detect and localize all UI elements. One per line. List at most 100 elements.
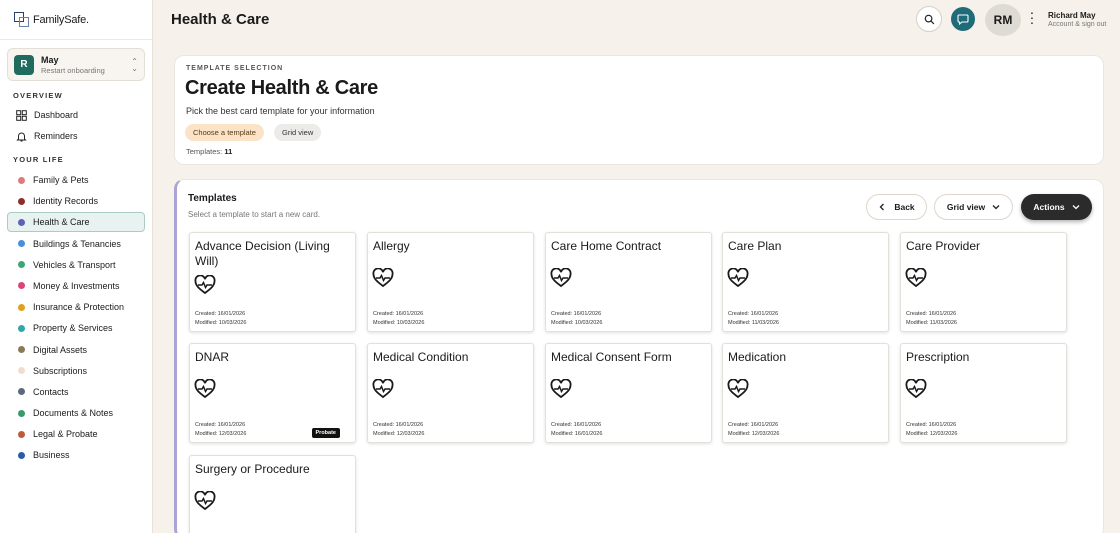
heart-pulse-icon [194,274,216,295]
category-dot-icon [18,176,25,184]
sidebar-item-label: Buildings & Tenancies [33,238,121,249]
sidebar: FamilySafe. R May Restart onboarding ⌃ ⌄ … [0,0,153,533]
heart-pulse-icon [550,378,572,399]
heart-pulse-icon [905,267,927,288]
template-card[interactable]: Surgery or Procedure [189,455,356,533]
sidebar-item-label: Subscriptions [33,365,88,376]
template-card[interactable]: Advance Decision (Living Will) Created: 1… [189,232,356,332]
template-card-dates: Created: 16/01/2026 Modified: 10/03/2026 [373,311,425,326]
template-card[interactable]: Care Plan Created: 16/01/2026 Modified: 11… [722,232,889,332]
dashboard-icon [16,109,27,121]
back-button[interactable]: Back [866,194,927,220]
template-card[interactable]: Care Home Contract Created: 16/01/2026 Mod… [545,232,712,332]
heart-pulse-icon [550,267,572,288]
actions-button[interactable]: Actions [1021,194,1092,220]
sidebar-item-label: Health & Care [33,217,90,228]
sidebar-item-dashboard[interactable]: Dashboard [7,105,145,125]
search-icon [924,14,934,24]
template-card-title: Medication [728,350,787,364]
header-subtitle: Pick the best card template for your inf… [186,106,375,116]
template-count: Templates: 11 [186,147,233,156]
template-card-dates: Created: 16/01/2026 Modified: 10/03/2026 [551,311,603,326]
sidebar-item-contacts[interactable]: Contacts [7,382,145,402]
template-card[interactable]: Prescription Created: 16/01/2026 Modified:… [900,343,1067,443]
template-card[interactable]: DNAR Created: 16/01/2026 Modified: 12/03/2… [189,343,356,443]
heart-pulse-icon [194,490,216,511]
chevron-down-icon [1072,205,1080,210]
template-selection-header: TEMPLATE SELECTION Create Health & Care … [174,55,1104,165]
sidebar-item-vehicles-transport[interactable]: Vehicles & Transport [7,255,145,275]
sidebar-item-subscriptions[interactable]: Subscriptions [7,361,145,381]
template-card-dates: Created: 16/01/2026 Modified: 12/03/2026 [728,422,780,437]
template-card-title: Allergy [373,239,410,253]
sidebar-item-reminders[interactable]: Reminders [7,126,145,146]
chevron-up-down-icon: ⌃ ⌄ [131,56,138,73]
sidebar-item-label: Dashboard [34,110,79,120]
app-logo[interactable]: FamilySafe. [0,0,152,40]
user-name[interactable]: Richard May [1048,11,1096,20]
category-dot-icon [18,240,25,248]
eyebrow-label: TEMPLATE SELECTION [186,65,284,72]
template-card[interactable]: Care Provider Created: 16/01/2026 Modified… [900,232,1067,332]
template-card-dates: Created: 16/01/2026 Modified: 12/03/2026 [373,422,425,437]
sidebar-item-digital-assets[interactable]: Digital Assets [7,340,145,360]
user-avatar[interactable]: RM [985,4,1021,36]
sidebar-item-identity-records[interactable]: Identity Records [7,191,145,211]
sidebar-item-insurance-protection[interactable]: Insurance & Protection [7,297,145,317]
overview-heading: OVERVIEW [13,91,63,100]
heart-pulse-icon [727,267,749,288]
sidebar-item-legal-probate[interactable]: Legal & Probate [7,424,145,444]
category-dot-icon [18,303,25,311]
category-dot-icon [18,282,25,290]
sidebar-item-label: Contacts [33,386,69,397]
grid-view-dropdown[interactable]: Grid view [934,194,1013,220]
template-card-dates: Created: 16/01/2026 Modified: 12/03/2026 [195,422,247,437]
sidebar-item-health-care[interactable]: Health & Care [7,212,145,233]
template-card-dates: Created: 16/01/2026 Modified: 10/03/2026 [195,311,247,326]
sidebar-item-family-pets[interactable]: Family & Pets [7,170,145,190]
sidebar-item-label: Vehicles & Transport [33,259,116,270]
chat-icon [957,14,969,25]
category-dot-icon [18,451,25,459]
heart-pulse-icon [727,378,749,399]
template-card[interactable]: Allergy Created: 16/01/2026 Modified: 10/0… [367,232,534,332]
sidebar-item-documents-notes[interactable]: Documents & Notes [7,403,145,423]
logo-icon [14,11,30,28]
app-name: FamilySafe. [33,13,89,26]
probate-badge: Probate [311,428,340,438]
sidebar-item-money-investments[interactable]: Money & Investments [7,276,145,296]
choose-template-chip[interactable]: Choose a template [185,124,264,141]
template-card-dates: Created: 16/01/2026 Modified: 16/01/2026 [551,422,603,437]
template-card-title: Prescription [906,350,970,364]
heart-pulse-icon [372,378,394,399]
heart-pulse-icon [372,267,394,288]
category-dot-icon [18,409,25,417]
sidebar-item-business[interactable]: Business [7,445,145,465]
sidebar-item-property-services[interactable]: Property & Services [7,318,145,338]
sidebar-item-label: Reminders [34,131,78,141]
template-card[interactable]: Medical Consent Form Created: 16/01/2026 M… [545,343,712,443]
search-button[interactable] [916,6,942,32]
template-card[interactable]: Medical Condition Created: 16/01/2026 Modi… [367,343,534,443]
template-card[interactable]: Medication Created: 16/01/2026 Modified: 1… [722,343,889,443]
category-dot-icon [18,367,25,375]
template-card-dates: Created: 16/01/2026 Modified: 11/03/2026 [728,311,779,326]
sidebar-item-label: Insurance & Protection [33,302,125,313]
templates-subtitle: Select a template to start a new card. [188,210,321,219]
messages-button[interactable] [951,7,975,31]
heart-pulse-icon [194,378,216,399]
account-signout-link[interactable]: Account & sign out [1048,21,1106,28]
grid-view-chip[interactable]: Grid view [274,124,322,141]
sidebar-item-label: Family & Pets [33,175,89,185]
more-vertical-icon[interactable]: · · · [1029,5,1035,29]
template-card-title: Care Provider [906,239,981,253]
template-card-title: Medical Condition [373,350,469,364]
template-card-title: Advance Decision (Living Will) [195,239,330,268]
sidebar-item-label: Money & Investments [33,280,120,291]
category-dot-icon [18,324,25,332]
sidebar-item-label: Business [33,450,70,461]
profile-switcher[interactable]: R May Restart onboarding ⌃ ⌄ [7,48,145,81]
sidebar-item-buildings-tenancies[interactable]: Buildings & Tenancies [7,234,145,254]
sidebar-item-label: Property & Services [33,323,113,334]
templates-panel: Templates Select a template to start a n… [174,179,1104,533]
